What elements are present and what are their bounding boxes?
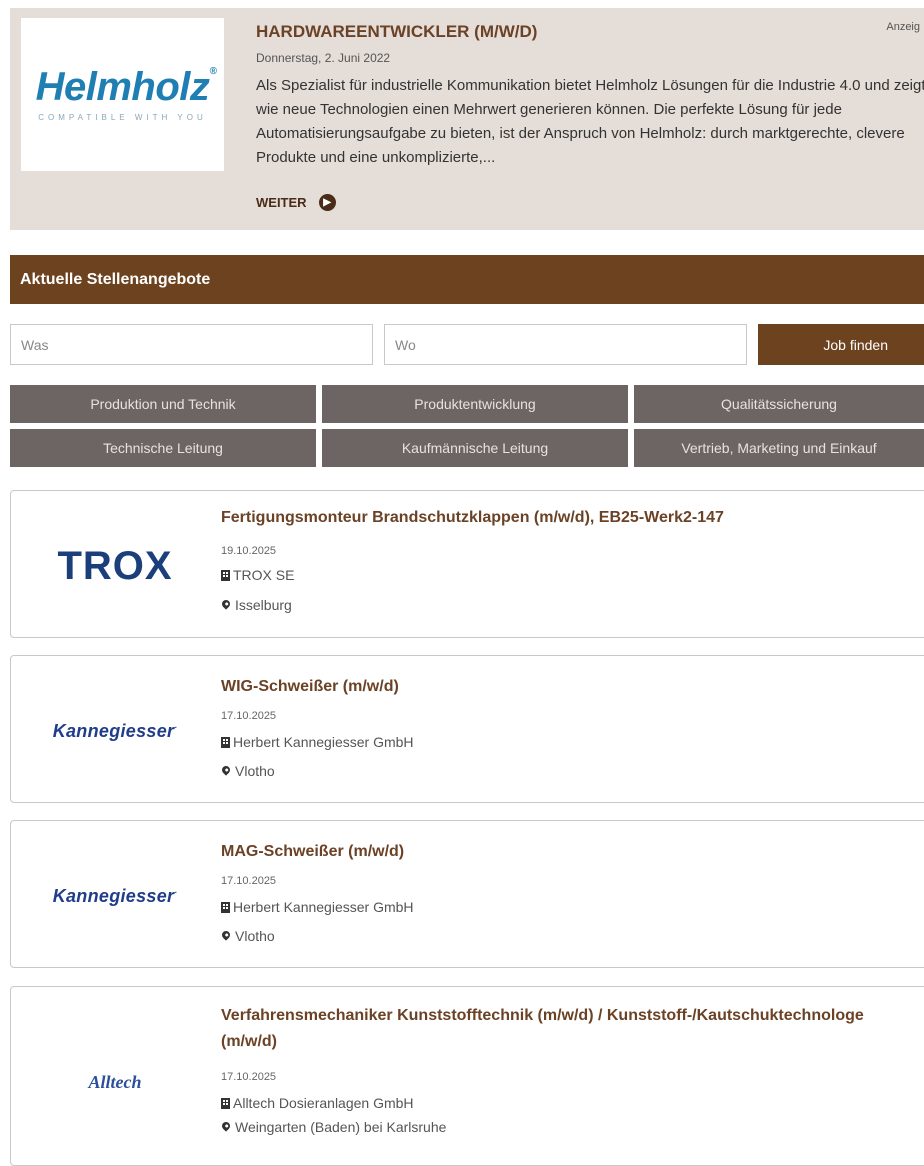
- company-logo: TROX: [11, 531, 219, 601]
- ad-description: Als Spezialist für industrielle Kommunik…: [256, 77, 924, 166]
- company-logo: Kannegiesser·: [11, 696, 219, 766]
- category-sales[interactable]: Vertrieb, Marketing und Einkauf: [634, 429, 924, 467]
- job-date: 17.10.2025: [221, 1071, 277, 1083]
- kannegiesser-logo-text: Kannegiesser·: [52, 885, 178, 906]
- logo-brand-text: Helmholz ®: [35, 65, 217, 109]
- featured-ad: Helmholz ® COMPATIBLE WITH YOU HARDWAREEN…: [10, 8, 924, 230]
- trox-logo-text: TROX: [57, 543, 173, 588]
- map-pin-icon: [220, 598, 232, 610]
- category-quality[interactable]: Qualitätssicherung: [634, 385, 924, 423]
- what-input[interactable]: [10, 324, 373, 365]
- job-title[interactable]: WIG-Schweißer (m/w/d): [221, 674, 921, 700]
- job-company: Alltech Dosieranlagen GmbH: [221, 1095, 414, 1111]
- read-more-label: WEITER: [256, 195, 307, 210]
- job-title[interactable]: Verfahrensmechaniker Kunststofftechnik (…: [221, 1003, 921, 1055]
- logo-tagline: COMPATIBLE WITH YOU: [38, 113, 207, 122]
- job-title[interactable]: Fertigungsmonteur Brandschutzklappen (m/…: [221, 505, 921, 531]
- category-production[interactable]: Produktion und Technik: [10, 385, 316, 423]
- company-logo: Alltech: [11, 1037, 219, 1127]
- job-location: Weingarten (Baden) bei Karlsruhe: [220, 1119, 446, 1135]
- job-company: Herbert Kannegiesser GmbH: [221, 734, 414, 750]
- job-date: 17.10.2025: [221, 875, 277, 887]
- read-more-link[interactable]: WEITER ▶: [256, 194, 336, 211]
- map-pin-icon: [220, 929, 232, 941]
- kannegiesser-logo-text: Kannegiesser·: [52, 720, 178, 741]
- building-icon: [221, 901, 230, 913]
- where-input[interactable]: [384, 324, 747, 365]
- chevron-right-icon: ▶: [318, 194, 336, 211]
- job-card[interactable]: Kannegiesser· MAG-Schweißer (m/w/d) 17.1…: [10, 820, 924, 968]
- job-location: Vlotho: [220, 928, 275, 944]
- building-icon: [221, 569, 230, 581]
- ad-title[interactable]: HARDWAREENTWICKLER (M/W/D): [256, 22, 537, 42]
- alltech-logo: Alltech: [88, 1071, 142, 1092]
- job-company: TROX SE: [221, 567, 294, 583]
- company-logo: Kannegiesser·: [11, 861, 219, 931]
- job-date: 19.10.2025: [221, 545, 277, 557]
- job-title[interactable]: MAG-Schweißer (m/w/d): [221, 839, 921, 865]
- section-title: Aktuelle Stellenangebote: [10, 255, 924, 304]
- job-company: Herbert Kannegiesser GmbH: [221, 899, 414, 915]
- job-card[interactable]: TROX Fertigungsmonteur Brandschutzklappe…: [10, 490, 924, 638]
- job-card[interactable]: Alltech Verfahrensmechaniker Kunststofft…: [10, 986, 924, 1166]
- job-search-button[interactable]: Job finden: [758, 324, 924, 365]
- job-card[interactable]: Kannegiesser· WIG-Schweißer (m/w/d) 17.1…: [10, 655, 924, 803]
- category-commercial-management[interactable]: Kaufmännische Leitung: [322, 429, 628, 467]
- building-icon: [221, 1097, 230, 1109]
- building-icon: [221, 736, 230, 748]
- ad-date: Donnerstag, 2. Juni 2022: [256, 51, 391, 65]
- job-location: Isselburg: [220, 597, 292, 613]
- category-technical-management[interactable]: Technische Leitung: [10, 429, 316, 467]
- category-product-development[interactable]: Produktentwicklung: [322, 385, 628, 423]
- map-pin-icon: [220, 1120, 232, 1132]
- job-location: Vlotho: [220, 763, 275, 779]
- helmholz-logo[interactable]: Helmholz ® COMPATIBLE WITH YOU: [21, 18, 224, 171]
- job-date: 17.10.2025: [221, 710, 277, 722]
- ad-badge: Anzeig: [886, 21, 920, 33]
- map-pin-icon: [220, 764, 232, 776]
